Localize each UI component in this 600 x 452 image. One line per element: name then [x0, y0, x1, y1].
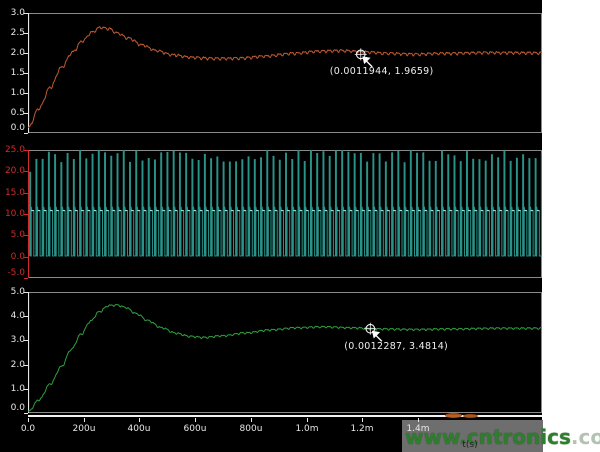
x-tick-mark [195, 418, 196, 422]
x-tick-label: 800u [229, 424, 273, 434]
x-tick-mark [28, 418, 29, 422]
y-tick-label: 3.0 [0, 8, 25, 18]
x-axis-title: t(s) [452, 440, 488, 450]
y-tick-label: 0.0 [0, 123, 25, 133]
y-tick-label: 0.0 [0, 403, 25, 413]
y-tick-mark [24, 413, 28, 414]
cursor-readout-top: (0.0011944, 1.9659) [330, 66, 434, 77]
trace-bottom-plot [28, 292, 542, 413]
panel-bottom[interactable] [28, 292, 542, 413]
waveform-trace [28, 27, 542, 128]
y-tick-label: 2.0 [0, 48, 25, 58]
y-tick-mark [24, 278, 28, 279]
y-tick-label: 10.0 [0, 209, 25, 219]
y-tick-label: 1.0 [0, 384, 25, 394]
axis-smudge-artifact [463, 414, 478, 418]
y-tick-label: -5.0 [0, 268, 25, 278]
x-tick-mark [362, 418, 363, 422]
y-tick-label: 2.5 [0, 28, 25, 38]
watermark-suffix-text: .com [571, 425, 600, 449]
y-tick-label: 4.0 [0, 311, 25, 321]
y-tick-label: 5.0 [0, 287, 25, 297]
x-tick-label: 1.2m [340, 424, 384, 434]
right-margin [542, 0, 600, 452]
y-tick-label: 25.0 [0, 145, 25, 155]
axis-smudge-artifact [445, 413, 462, 418]
trace-pwm-plot [28, 150, 542, 278]
y-tick-label: 2.0 [0, 360, 25, 370]
y-tick-label: 0.5 [0, 108, 25, 118]
x-tick-mark [251, 418, 252, 422]
y-tick-mark [24, 133, 28, 134]
trace-top-plot [28, 13, 542, 133]
y-tick-label: 0.0 [0, 252, 25, 262]
x-tick-label: 400u [117, 424, 161, 434]
x-tick-mark [418, 418, 419, 422]
panel-border [29, 293, 542, 413]
panel-middle[interactable] [28, 150, 542, 278]
waveform-viewer: 3.0 2.5 2.0 1.5 1.0 0.5 0.0 25.0 20.0 15.0 10.0 5.0… [0, 0, 600, 452]
y-tick-label: 3.0 [0, 335, 25, 345]
pwm-trace [30, 150, 542, 256]
x-tick-label: 1.0m [285, 424, 329, 434]
x-tick-label: 200u [62, 424, 106, 434]
watermark: www.cntronics.com [405, 425, 600, 449]
cursor-readout-bottom: (0.0012287, 3.4814) [344, 341, 448, 352]
x-tick-label: 0.0 [6, 424, 50, 434]
x-tick-mark [307, 418, 308, 422]
y-tick-label: 20.0 [0, 166, 25, 176]
panel-top[interactable] [28, 13, 542, 133]
y-tick-label: 15.0 [0, 188, 25, 198]
y-tick-label: 1.0 [0, 88, 25, 98]
x-tick-label: 600u [173, 424, 217, 434]
x-tick-mark [84, 418, 85, 422]
waveform-trace [28, 304, 542, 411]
y-tick-label: 1.5 [0, 68, 25, 78]
x-tick-mark [139, 418, 140, 422]
panel-border [29, 14, 542, 133]
y-tick-label: 5.0 [0, 230, 25, 240]
